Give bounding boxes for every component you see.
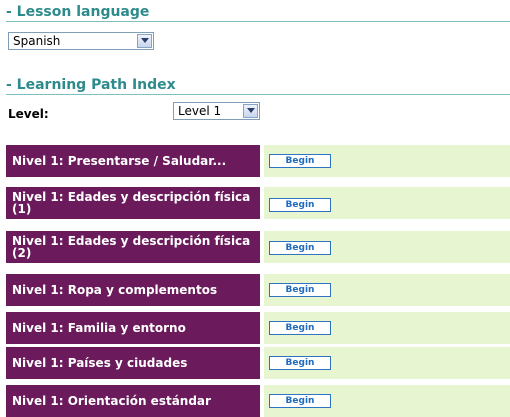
lesson-action-cell: Begin (264, 187, 510, 219)
lesson-row: Nivel 1: Edades y descripción física (2)… (6, 231, 510, 263)
lesson-title: Nivel 1: Ropa y complementos (6, 274, 260, 306)
lesson-title: Nivel 1: Presentarse / Saludar... (6, 145, 260, 177)
chevron-down-icon[interactable] (243, 104, 258, 118)
learning-path-heading: - Learning Path Index (6, 77, 510, 95)
lesson-row: Nivel 1: Orientación estándar Begin (6, 385, 510, 417)
begin-button[interactable]: Begin (269, 241, 331, 255)
lesson-language-heading: - Lesson language (6, 4, 510, 22)
lesson-action-cell: Begin (264, 274, 510, 306)
lesson-row: Nivel 1: Ropa y complementos Begin (6, 274, 510, 306)
lesson-title: Nivel 1: Edades y descripción física (2) (6, 231, 260, 263)
level-value: Level 1 (178, 104, 222, 118)
lesson-row: Nivel 1: Familia y entorno Begin (6, 312, 510, 344)
chevron-down-icon[interactable] (137, 34, 152, 48)
lesson-row: Nivel 1: Países y ciudades Begin (6, 347, 510, 379)
level-label: Level: (8, 107, 49, 121)
begin-button[interactable]: Begin (269, 198, 331, 212)
lesson-title: Nivel 1: Orientación estándar (6, 385, 260, 417)
level-select[interactable]: Level 1 (173, 102, 260, 120)
lesson-language-value: Spanish (13, 34, 61, 48)
lesson-title: Nivel 1: Países y ciudades (6, 347, 260, 379)
lesson-row: Nivel 1: Presentarse / Saludar... Begin (6, 145, 510, 177)
begin-button[interactable]: Begin (269, 356, 331, 370)
lesson-language-select[interactable]: Spanish (8, 32, 154, 50)
begin-button[interactable]: Begin (269, 154, 331, 168)
lesson-action-cell: Begin (264, 385, 510, 417)
lesson-title: Nivel 1: Familia y entorno (6, 312, 260, 344)
lesson-action-cell: Begin (264, 347, 510, 379)
begin-button[interactable]: Begin (269, 283, 331, 297)
lesson-action-cell: Begin (264, 312, 510, 344)
begin-button[interactable]: Begin (269, 394, 331, 408)
begin-button[interactable]: Begin (269, 321, 331, 335)
lesson-action-cell: Begin (264, 145, 510, 177)
lesson-row: Nivel 1: Edades y descripción física (1)… (6, 187, 510, 219)
lesson-action-cell: Begin (264, 231, 510, 263)
lesson-title: Nivel 1: Edades y descripción física (1) (6, 187, 260, 219)
